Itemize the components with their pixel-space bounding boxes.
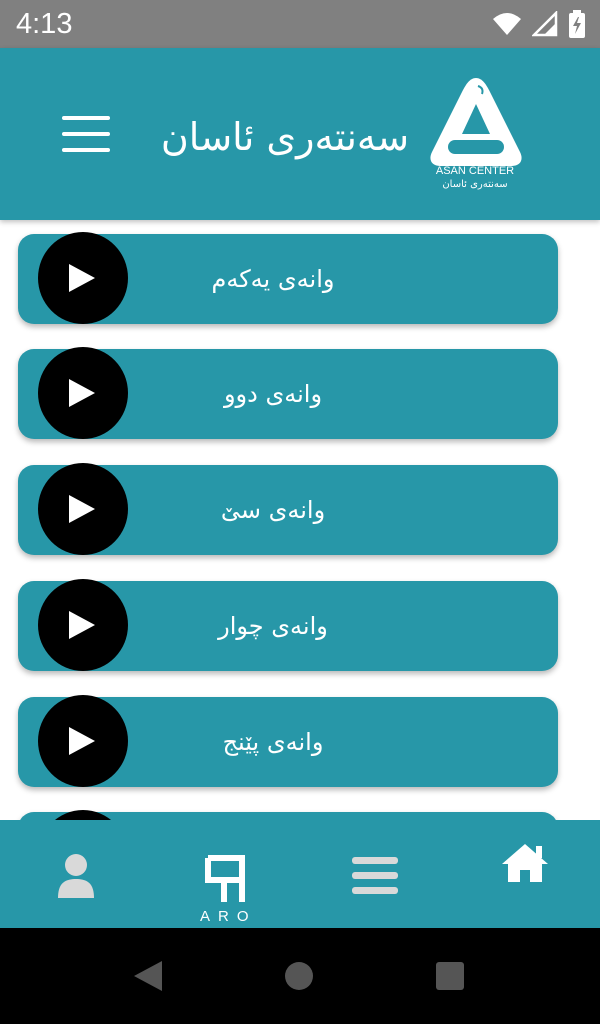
nav-home-button[interactable] (490, 820, 560, 928)
play-icon (69, 727, 95, 755)
lesson-label: وانەی سێ (220, 496, 326, 524)
wifi-icon (493, 13, 521, 35)
nav-aro-button[interactable]: ARO (196, 820, 256, 928)
menu-bar-icon (62, 132, 110, 136)
status-bar: 4:13 (0, 0, 600, 48)
app-header: سەنتەری ئاسان ASAN CENTER سەنتەری ئاسان (0, 48, 600, 220)
logo-caption-ku: سەنتەری ئاسان (442, 179, 508, 190)
lesson-card[interactable]: وانەی چوار (18, 579, 558, 671)
play-icon (69, 379, 95, 407)
hamburger-menu-button[interactable] (58, 112, 114, 156)
page-title: سەنتەری ئاسان (160, 115, 410, 159)
bottom-nav: ARO (0, 820, 600, 928)
play-button[interactable] (38, 232, 128, 324)
nav-profile-button[interactable] (40, 820, 112, 928)
lesson-card[interactable]: وانەی یەکەم (18, 232, 558, 324)
menu-bar-icon (62, 148, 110, 152)
nav-list-button[interactable] (340, 820, 410, 928)
logo-caption-en: ASAN CENTER (435, 165, 515, 177)
system-nav-bar (0, 928, 600, 1024)
battery-icon (569, 10, 585, 38)
recents-icon[interactable] (435, 961, 465, 991)
play-button[interactable] (38, 463, 128, 555)
lesson-card[interactable]: وانەی دوو (18, 347, 558, 439)
status-icons (492, 10, 586, 38)
play-button[interactable] (38, 579, 128, 671)
play-icon (69, 264, 95, 292)
status-time: 4:13 (16, 8, 73, 40)
list-icon (352, 857, 398, 894)
play-button[interactable] (38, 810, 128, 820)
lesson-card[interactable]: وانەی پێنج (18, 695, 558, 787)
back-icon[interactable] (132, 959, 164, 993)
play-icon (69, 495, 95, 523)
play-button[interactable] (38, 695, 128, 787)
profile-icon (58, 854, 94, 898)
aro-brand-text: ARO (200, 908, 257, 925)
lesson-card-partial[interactable] (18, 810, 558, 820)
lesson-card[interactable]: وانەی سێ (18, 463, 558, 555)
play-button[interactable] (38, 347, 128, 439)
menu-bar-icon (62, 116, 110, 120)
aro-logo-icon (205, 855, 245, 902)
signal-icon (532, 11, 558, 37)
lesson-list: وانەی یەکەم وانەی دوو وانەی سێ وانەی چوا… (0, 220, 600, 820)
home-circle-icon[interactable] (284, 961, 314, 991)
lesson-label: وانەی چوار (218, 612, 328, 640)
play-icon (69, 611, 95, 639)
lesson-label: وانەی دوو (223, 380, 323, 408)
home-icon (502, 844, 548, 882)
lesson-label: وانەی پێنج (222, 728, 324, 756)
lesson-label: وانەی یەکەم (211, 265, 335, 293)
